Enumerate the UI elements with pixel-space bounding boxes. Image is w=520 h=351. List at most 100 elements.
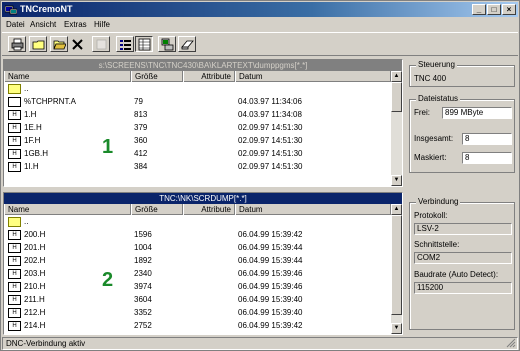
file-row[interactable]: H 1GB.H 412 02.09.97 14:51:30 (4, 148, 391, 160)
panel2-col-name[interactable]: Name (4, 204, 131, 215)
menu-datei[interactable]: Datei (6, 19, 25, 30)
file-row[interactable]: H 1E.H 379 02.09.97 14:51:30 (4, 122, 391, 134)
file-size: 3604 (134, 295, 152, 304)
file-row[interactable]: H 211.H 3604 06.04.99 15:39:40 (4, 294, 391, 306)
title-bar[interactable]: TNCremoNT _ □ × (2, 2, 518, 17)
print-button[interactable] (8, 36, 26, 52)
new-folder-button[interactable] (29, 36, 47, 52)
file-date: 06.04.99 15:39:40 (238, 308, 303, 317)
file-name: 203.H (24, 269, 46, 278)
tnc-button[interactable] (158, 36, 176, 52)
file-row[interactable]: H 202.H 1892 06.04.99 15:39:44 (4, 255, 391, 267)
file-date: 06.04.99 15:39:40 (238, 295, 303, 304)
blank-icon (96, 39, 107, 50)
h-file-icon: H (8, 123, 21, 133)
panel2-col-size[interactable]: Größe (131, 204, 183, 215)
maximize-button[interactable]: □ (487, 4, 501, 15)
panel1-scrollbar[interactable]: ▲ ▼ (391, 71, 402, 186)
list-view-button[interactable] (116, 36, 134, 52)
folder-new-icon (32, 40, 45, 50)
file-row[interactable]: .. (4, 83, 391, 95)
file-row[interactable]: H 212.H 3352 06.04.99 15:39:40 (4, 307, 391, 319)
h-file-icon: H (8, 308, 21, 318)
file-row[interactable]: H 1.H 813 04.03.97 11:34:08 (4, 109, 391, 121)
close-button[interactable]: × (502, 4, 516, 15)
baudrate-field: 115200 (414, 282, 512, 294)
file-row[interactable]: %TCHPRNT.A 79 04.03.97 11:34:06 (4, 96, 391, 108)
panel1-scroll-thumb[interactable] (391, 82, 402, 112)
list-view-icon (120, 40, 131, 50)
file-name: .. (24, 217, 29, 226)
h-file-icon: H (8, 269, 21, 279)
detail-view-button[interactable] (135, 36, 153, 52)
panel2-scroll-thumb[interactable] (391, 215, 402, 315)
schnittstelle-field: COM2 (414, 252, 512, 264)
status-bar: DNC-Verbindung aktiv (2, 337, 518, 350)
file-size: 2752 (134, 321, 152, 330)
file-name: 201.H (24, 243, 46, 252)
folder-open-icon (53, 40, 66, 50)
steuerung-title: Steuerung (416, 60, 457, 70)
main-window: TNCremoNT _ □ × Datei Ansicht Extras Hil… (0, 0, 520, 351)
file-date: 04.03.97 11:34:08 (238, 110, 302, 119)
menu-hilfe[interactable]: Hilfe (94, 19, 110, 30)
file-date: 06.04.99 15:39:44 (238, 243, 303, 252)
file-panel-tnc[interactable]: TNC:\NK\SCRDUMP[*.*] Name Größe Attribut… (3, 192, 403, 335)
file-row[interactable]: H 1F.H 360 02.09.97 14:51:30 (4, 135, 391, 147)
h-file-icon: H (8, 136, 21, 146)
file-size: 360 (134, 136, 148, 145)
panel1-scroll-up[interactable]: ▲ (391, 71, 402, 82)
verbindung-title: Verbindung (416, 197, 461, 207)
window-title: TNCremoNT (20, 4, 73, 14)
panel1-col-name[interactable]: Name (4, 71, 131, 82)
file-name: 1F.H (24, 136, 41, 145)
eraser-button[interactable] (178, 36, 196, 52)
baudrate-label: Baudrate (Auto Detect): (414, 270, 499, 279)
file-date: 06.04.99 15:39:46 (238, 269, 303, 278)
file-row[interactable]: H 200.H 1596 06.04.99 15:39:42 (4, 229, 391, 241)
tnc-icon (161, 38, 174, 51)
panel1-col-size[interactable]: Größe (131, 71, 183, 82)
minimize-button[interactable]: _ (472, 4, 486, 15)
panel1-scroll-down[interactable]: ▼ (391, 175, 402, 186)
panel1-col-attr[interactable]: Attribute (183, 71, 235, 82)
file-size: 2340 (134, 269, 152, 278)
h-file-icon: H (8, 230, 21, 240)
resize-grip-icon[interactable] (506, 338, 516, 348)
panel1-column-header: Name Größe Attribute Datum (4, 71, 391, 82)
h-file-icon: H (8, 256, 21, 266)
panel2-scrollbar[interactable]: ▲ ▼ (391, 204, 402, 334)
file-size: 384 (134, 162, 148, 171)
file-date: 02.09.97 14:51:30 (238, 149, 303, 158)
h-file-icon: H (8, 321, 21, 331)
file-row[interactable]: H 201.H 1004 06.04.99 15:39:44 (4, 242, 391, 254)
file-size: 412 (134, 149, 148, 158)
menu-ansicht[interactable]: Ansicht (30, 19, 56, 30)
maskiert-field: 8 (462, 152, 512, 164)
file-name: 1I.H (24, 162, 39, 171)
file-name: 214.H (24, 321, 46, 330)
delete-icon (72, 39, 83, 50)
blank-button[interactable] (92, 36, 110, 52)
menu-bar: Datei Ansicht Extras Hilfe (2, 18, 518, 31)
panel1-col-date[interactable]: Datum (235, 71, 391, 82)
frei-field: 899 MByte (442, 107, 512, 119)
panel2-scroll-down[interactable]: ▼ (391, 323, 402, 334)
file-date: 06.04.99 15:39:46 (238, 282, 303, 291)
panel2-col-date[interactable]: Datum (235, 204, 391, 215)
file-row[interactable]: H 214.H 2752 06.04.99 15:39:42 (4, 320, 391, 332)
file-name: 200.H (24, 230, 46, 239)
file-date: 06.04.99 15:39:44 (238, 256, 303, 265)
menu-extras[interactable]: Extras (64, 19, 87, 30)
open-folder-button[interactable] (50, 36, 68, 52)
file-row[interactable]: H 1I.H 384 02.09.97 14:51:30 (4, 161, 391, 173)
panel2-col-attr[interactable]: Attribute (183, 204, 235, 215)
file-row[interactable]: H 203.H 2340 06.04.99 15:39:46 (4, 268, 391, 280)
file-panel-pc[interactable]: s:\SCREENS\TNC\TNC430\BA\KLARTEXT\dumppg… (3, 59, 403, 187)
file-row[interactable]: H 210.H 3974 06.04.99 15:39:46 (4, 281, 391, 293)
file-row[interactable]: .. (4, 216, 391, 228)
delete-button[interactable] (68, 36, 86, 52)
panel2-scroll-up[interactable]: ▲ (391, 204, 402, 215)
frei-label: Frei: (414, 108, 430, 117)
maskiert-label: Maskiert: (414, 153, 447, 162)
